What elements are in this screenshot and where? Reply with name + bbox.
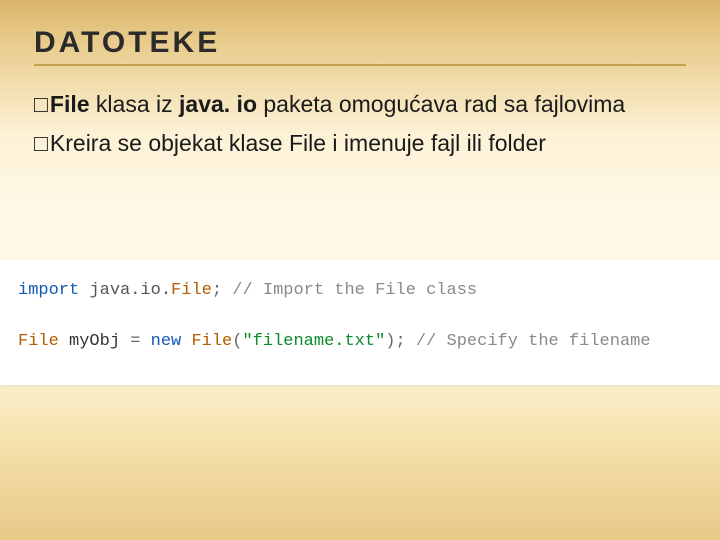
semicolon: ; <box>212 281 232 300</box>
slide-title: DATOTEKE <box>34 26 686 60</box>
variable: myObj <box>59 332 130 351</box>
bullet-text: Kreira se objekat klase File i imenuje f… <box>50 130 546 156</box>
operator: = <box>130 332 150 351</box>
paren: ); <box>385 332 405 351</box>
bullet-text: klasa iz <box>90 91 179 117</box>
title-underline: DATOTEKE <box>34 26 686 66</box>
class-name: File <box>18 332 59 351</box>
blank-line <box>18 304 710 330</box>
bullet-icon: □ <box>34 88 48 121</box>
bullet-text2: paketa omogućava rad sa fajlovima <box>257 91 625 117</box>
keyword: new <box>151 332 192 351</box>
string-literal: "filename.txt" <box>242 332 385 351</box>
comment: // Import the File class <box>232 281 477 300</box>
bullet-item: □File klasa iz java. io paketa omogućava… <box>34 88 686 121</box>
comment: // Specify the filename <box>406 332 651 351</box>
slide: DATOTEKE □File klasa iz java. io paketa … <box>0 0 720 161</box>
bullet-bold2: java. io <box>179 91 257 117</box>
class-name: File <box>171 281 212 300</box>
bullet-bold: File <box>50 91 90 117</box>
package: java.io. <box>79 281 171 300</box>
class-name: File <box>191 332 232 351</box>
bullet-list: □File klasa iz java. io paketa omogućava… <box>34 88 686 161</box>
code-line: import java.io.File; // Import the File … <box>18 278 710 304</box>
code-block: import java.io.File; // Import the File … <box>0 260 720 385</box>
bullet-icon: □ <box>34 127 48 160</box>
paren: ( <box>232 332 242 351</box>
code-line: File myObj = new File("filename.txt"); /… <box>18 329 710 355</box>
keyword: import <box>18 281 79 300</box>
bullet-item: □Kreira se objekat klase File i imenuje … <box>34 127 686 160</box>
